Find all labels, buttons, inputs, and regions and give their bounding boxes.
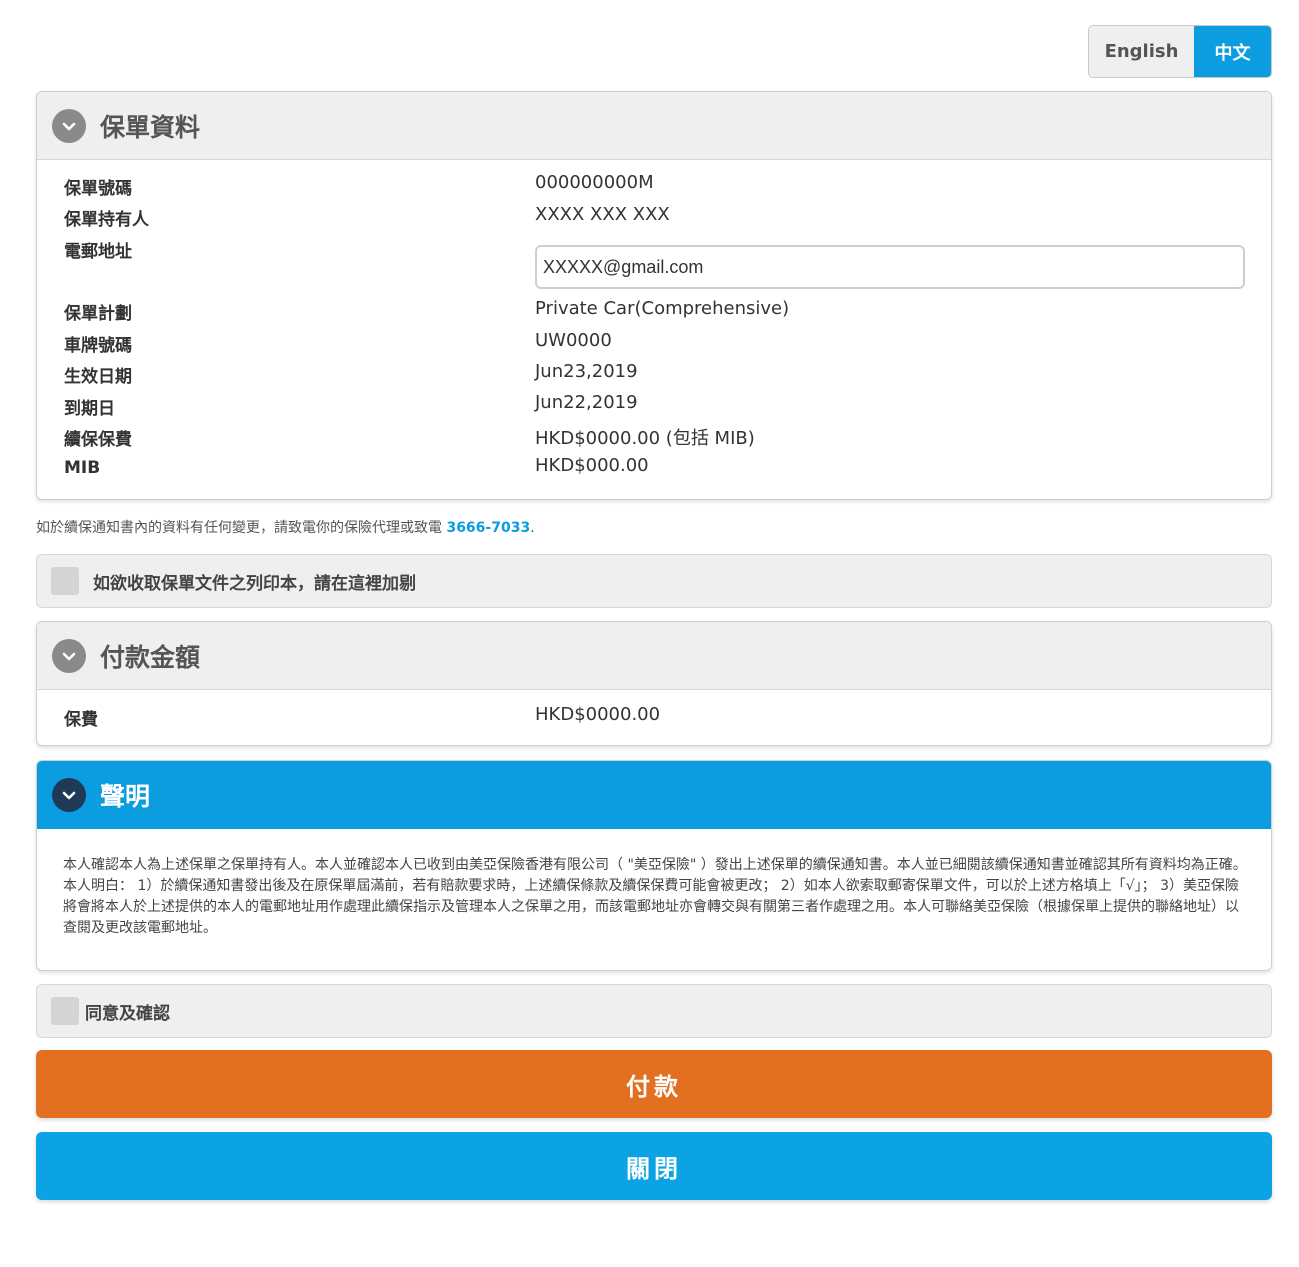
policy-info-header[interactable]: 保單資料	[37, 92, 1271, 160]
print-copy-checkbox[interactable]	[51, 567, 79, 595]
mib-value: HKD$000.00	[535, 455, 649, 476]
effective-date-value: Jun23,2019	[535, 361, 638, 382]
email-label: 電郵地址	[64, 242, 132, 262]
payment-title: 付款金額	[100, 642, 201, 672]
payment-header[interactable]: 付款金額	[37, 622, 1271, 690]
plate-value: UW0000	[535, 330, 612, 351]
mib-label: MIB	[64, 458, 101, 478]
expiry-date-value: Jun22,2019	[535, 392, 638, 413]
holder-label: 保單持有人	[64, 210, 149, 230]
pay-button[interactable]: 付款	[36, 1050, 1272, 1118]
plan-label: 保單計劃	[64, 304, 132, 324]
notice-text: 如於續保通知書內的資料有任何變更，請致電你的保險代理或致電	[36, 520, 447, 536]
renewal-premium-label: 續保保費	[64, 430, 132, 450]
agree-label: 同意及確認	[85, 1003, 170, 1024]
holder-value: XXXX XXX XXX	[535, 204, 670, 225]
payment-premium-label: 保費	[64, 710, 98, 730]
chevron-down-icon[interactable]	[52, 778, 86, 812]
chinese-button[interactable]: 中文	[1194, 26, 1271, 77]
declaration-text: 本人確認本人為上述保單之保單持有人。本人並確認本人已收到由美亞保險香港有限公司（…	[63, 857, 1247, 936]
declaration-title: 聲明	[100, 782, 151, 811]
chevron-down-icon[interactable]	[52, 108, 86, 143]
language-switch: English 中文	[1088, 25, 1272, 78]
print-copy-option: 如欲收取保單文件之列印本，請在這裡加剔	[36, 554, 1272, 608]
print-copy-label: 如欲收取保單文件之列印本，請在這裡加剔	[93, 573, 416, 594]
plate-label: 車牌號碼	[64, 336, 132, 356]
plan-value: Private Car(Comprehensive)	[535, 298, 790, 319]
chevron-down-icon[interactable]	[52, 638, 86, 673]
renewal-premium-value: HKD$0000.00 (包括 MIB)	[535, 428, 755, 449]
declaration-panel: 聲明 本人確認本人為上述保單之保單持有人。本人並確認本人已收到由美亞保險香港有限…	[36, 760, 1272, 971]
notice-suffix: .	[530, 520, 535, 536]
email-field[interactable]: XXXXX@gmail.com	[535, 245, 1245, 289]
policy-no-label: 保單號碼	[64, 179, 132, 199]
effective-date-label: 生效日期	[64, 367, 132, 387]
declaration-header[interactable]: 聲明	[37, 761, 1271, 829]
close-button[interactable]: 關閉	[36, 1132, 1272, 1200]
change-notice: 如於續保通知書內的資料有任何變更，請致電你的保險代理或致電 3666-7033.	[36, 517, 535, 537]
expiry-date-label: 到期日	[64, 399, 115, 419]
payment-premium-value: HKD$0000.00	[535, 704, 661, 725]
policy-no-value: 000000000M	[535, 172, 654, 193]
policy-info-title: 保單資料	[100, 112, 201, 142]
agree-option: 同意及確認	[36, 984, 1272, 1038]
agree-checkbox[interactable]	[51, 997, 79, 1025]
english-button[interactable]: English	[1089, 26, 1194, 77]
policy-info-panel: 保單資料 保單號碼 000000000M 保單持有人 XXXX XXX XXX …	[36, 91, 1272, 500]
contact-phone-link[interactable]: 3666-7033	[446, 520, 530, 536]
payment-panel: 付款金額 保費 HKD$0000.00	[36, 621, 1272, 746]
